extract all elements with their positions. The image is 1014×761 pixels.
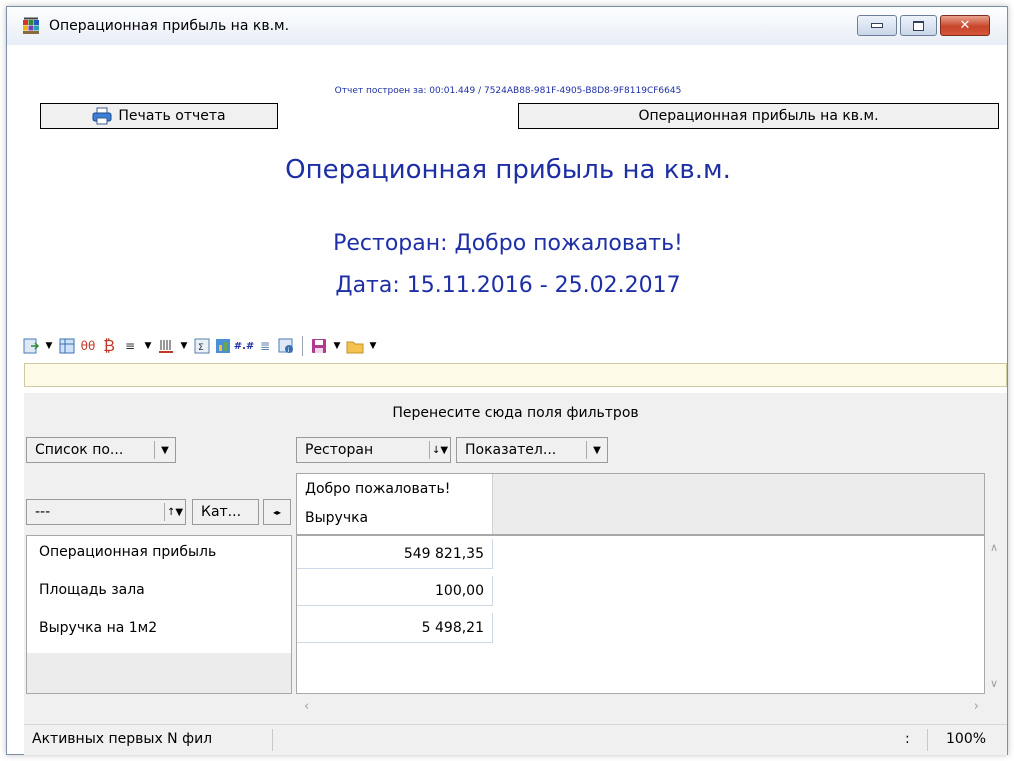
status-divider — [272, 729, 273, 751]
column-header-cell: Добро пожаловать! Выручка — [297, 474, 493, 534]
data-cell[interactable]: 100,00 — [297, 576, 493, 606]
chevron-down-icon[interactable]: ▼ — [154, 441, 175, 459]
link-icon[interactable]: θθ — [79, 337, 97, 355]
chevron-down-icon[interactable]: ▼ — [178, 337, 190, 355]
printer-icon — [92, 107, 112, 125]
info-icon[interactable]: i — [277, 337, 295, 355]
report-name-button[interactable]: Операционная прибыль на кв.м. — [518, 103, 999, 129]
category-field-label: Кат... — [201, 504, 242, 520]
close-button[interactable]: ✕ — [940, 15, 990, 36]
scroll-up-icon[interactable]: ∧ — [990, 541, 998, 554]
number-format-icon[interactable]: #.# — [234, 337, 255, 355]
chevron-down-icon[interactable]: ▼ — [586, 441, 607, 459]
data-area: 549 821,35 100,00 5 498,21 — [296, 535, 985, 694]
toolbar-separator — [302, 336, 303, 356]
field-list-button[interactable]: Список по... ▼ — [26, 437, 176, 463]
row-header-area: Операционная прибыль Площадь зала Выручк… — [26, 535, 292, 694]
chevron-down-icon[interactable]: ▼ — [142, 337, 154, 355]
pivot-grid: Перенесите сюда поля фильтров Список по.… — [24, 393, 1007, 755]
indicators-field-chip[interactable]: Показател... ▼ — [456, 437, 608, 463]
vertical-scrollbar[interactable]: ∧ ∨ — [986, 535, 1005, 694]
row-field-chip[interactable]: --- ↑▼ — [26, 499, 186, 525]
row-header-footer — [27, 653, 291, 693]
pivot-toolbar: ▼ θθ ₿ ≡ ▼ ▼ Σ #.# ≣ i ▼ ▼ — [22, 335, 379, 357]
minimize-icon — [871, 23, 883, 28]
column-header-area: Добро пожаловать! Выручка — [296, 473, 985, 535]
status-divider — [927, 729, 928, 751]
status-separator: : — [905, 731, 910, 747]
column-resize-icon[interactable]: ◂▸ — [263, 499, 291, 525]
scroll-down-icon[interactable]: ∨ — [990, 677, 998, 690]
row-label: Операционная прибыль — [39, 544, 217, 560]
column-layout-icon[interactable] — [157, 337, 175, 355]
field-list-label: Список по... — [35, 442, 124, 458]
text-align-icon[interactable]: ≣ — [256, 337, 274, 355]
export-icon[interactable] — [22, 337, 40, 355]
close-icon: ✕ — [959, 18, 971, 33]
report-name-label: Операционная прибыль на кв.м. — [638, 108, 879, 124]
column-header-restaurant: Добро пожаловать! — [305, 481, 451, 497]
chevron-down-icon[interactable]: ▼ — [367, 337, 379, 355]
grid-view-icon[interactable] — [58, 337, 76, 355]
open-folder-icon[interactable] — [346, 337, 364, 355]
filter-drop-hint: Перенесите сюда поля фильтров — [392, 405, 639, 421]
data-cell[interactable]: 549 821,35 — [297, 539, 493, 569]
sort-filter-icon[interactable]: ↑▼ — [164, 503, 185, 521]
chevron-down-icon[interactable]: ▼ — [331, 337, 343, 355]
horizontal-scrollbar[interactable]: ‹ › — [296, 696, 985, 718]
report-window: Операционная прибыль на кв.м. ✕ Отчет по… — [6, 6, 1008, 755]
indicators-field-label: Показател... — [465, 442, 557, 458]
scroll-left-icon[interactable]: ‹ — [304, 699, 309, 714]
row-layout-icon[interactable]: ≡ — [121, 337, 139, 355]
filter-input-bar[interactable] — [24, 363, 1007, 387]
status-text: Активных первых N фил — [32, 731, 213, 747]
sum-icon[interactable]: Σ — [193, 337, 211, 355]
report-heading: Операционная прибыль на кв.м. — [285, 155, 731, 185]
window-title: Операционная прибыль на кв.м. — [49, 18, 290, 34]
title-bar[interactable]: Операционная прибыль на кв.м. ✕ — [7, 7, 1007, 45]
row-label: Площадь зала — [39, 582, 145, 598]
sort-filter-icon[interactable]: ↓▼ — [429, 441, 450, 459]
print-report-label: Печать отчета — [118, 108, 226, 124]
scroll-right-icon[interactable]: › — [974, 699, 979, 714]
save-icon[interactable] — [310, 337, 328, 355]
split-icon[interactable]: ₿ — [100, 336, 118, 355]
row-label: Выручка на 1м2 — [39, 620, 158, 636]
app-grid-icon — [23, 17, 39, 34]
category-field-chip[interactable]: Кат... — [192, 499, 259, 525]
zoom-level[interactable]: 100% — [946, 731, 986, 747]
chevron-down-icon[interactable]: ▼ — [43, 337, 55, 355]
restaurant-field-chip[interactable]: Ресторан ↓▼ — [296, 437, 451, 463]
maximize-icon — [913, 20, 924, 31]
restaurant-line: Ресторан: Добро пожаловать! — [333, 231, 683, 256]
svg-text:Σ: Σ — [198, 343, 204, 353]
print-report-button[interactable]: Печать отчета — [40, 103, 278, 129]
chart-icon[interactable] — [214, 337, 232, 355]
maximize-button[interactable] — [900, 15, 937, 36]
report-build-info: Отчет построен за: 00:01.449 / 7524AB88-… — [334, 86, 682, 96]
data-cell[interactable]: 5 498,21 — [297, 613, 493, 643]
row-field-label: --- — [35, 504, 51, 520]
minimize-button[interactable] — [857, 15, 897, 36]
status-bar: Активных первых N фил : 100% — [24, 724, 1007, 755]
restaurant-field-label: Ресторан — [305, 442, 374, 458]
date-line: Дата: 15.11.2016 - 25.02.2017 — [335, 273, 681, 298]
column-header-measure: Выручка — [305, 510, 369, 526]
